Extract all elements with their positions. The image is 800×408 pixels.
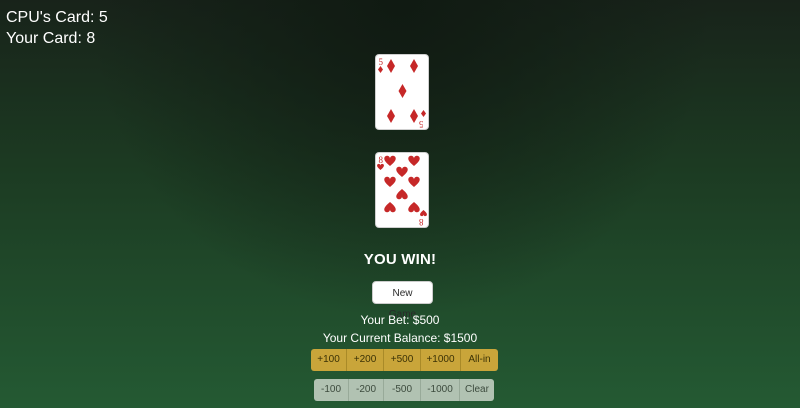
cpu-card: 5 5 xyxy=(376,55,428,129)
current-balance: Your Current Balance: $1500 xyxy=(322,331,478,345)
heart-suit-icon xyxy=(384,202,396,213)
current-bet: Your Bet: $500 xyxy=(360,313,440,327)
new-game-button[interactable]: New Game xyxy=(372,281,433,320)
diamond-suit-icon xyxy=(378,66,383,73)
diamond-suit-icon xyxy=(398,84,407,98)
heart-suit-icon xyxy=(420,210,427,217)
clear-bet-button[interactable]: Clear xyxy=(460,379,494,401)
heart-suit-icon xyxy=(384,176,396,187)
player-card-rank-top: 8 xyxy=(379,155,384,165)
heart-suit-icon xyxy=(396,189,408,200)
player-card-rank-bottom: 8 xyxy=(419,217,424,227)
add-200-button[interactable]: +200 xyxy=(347,349,384,371)
player-card-value: Your Card: 8 xyxy=(6,30,96,47)
player-card: 8 8 xyxy=(376,153,428,227)
diamond-suit-icon xyxy=(410,59,418,73)
result-message: YOU WIN! xyxy=(363,251,437,268)
heart-suit-icon xyxy=(408,176,420,187)
diamond-suit-icon xyxy=(421,110,426,117)
subtract-100-button[interactable]: -100 xyxy=(314,379,349,401)
cpu-card-value: CPU's Card: 5 xyxy=(6,9,108,26)
all-in-button[interactable]: All-in xyxy=(461,349,498,371)
heart-suit-icon xyxy=(384,155,396,166)
diamond-suit-icon xyxy=(387,59,395,73)
diamond-suit-icon xyxy=(387,109,395,123)
heart-suit-icon xyxy=(408,155,420,166)
heart-suit-icon xyxy=(396,166,408,177)
subtract-bet-button-group: -100 -200 -500 -1000 Clear xyxy=(314,379,494,401)
subtract-200-button[interactable]: -200 xyxy=(349,379,384,401)
add-1000-button[interactable]: +1000 xyxy=(421,349,461,371)
diamond-suit-icon xyxy=(410,109,418,123)
add-bet-button-group: +100 +200 +500 +1000 All-in xyxy=(311,349,498,371)
add-500-button[interactable]: +500 xyxy=(384,349,421,371)
cpu-card-rank-bottom: 5 xyxy=(419,119,424,129)
scoreboard: CPU's Card: 5 Your Card: 8 xyxy=(6,7,108,49)
add-100-button[interactable]: +100 xyxy=(311,349,347,371)
subtract-500-button[interactable]: -500 xyxy=(384,379,421,401)
heart-suit-icon xyxy=(408,202,420,213)
subtract-1000-button[interactable]: -1000 xyxy=(421,379,460,401)
cpu-card-rank-top: 5 xyxy=(379,57,384,67)
